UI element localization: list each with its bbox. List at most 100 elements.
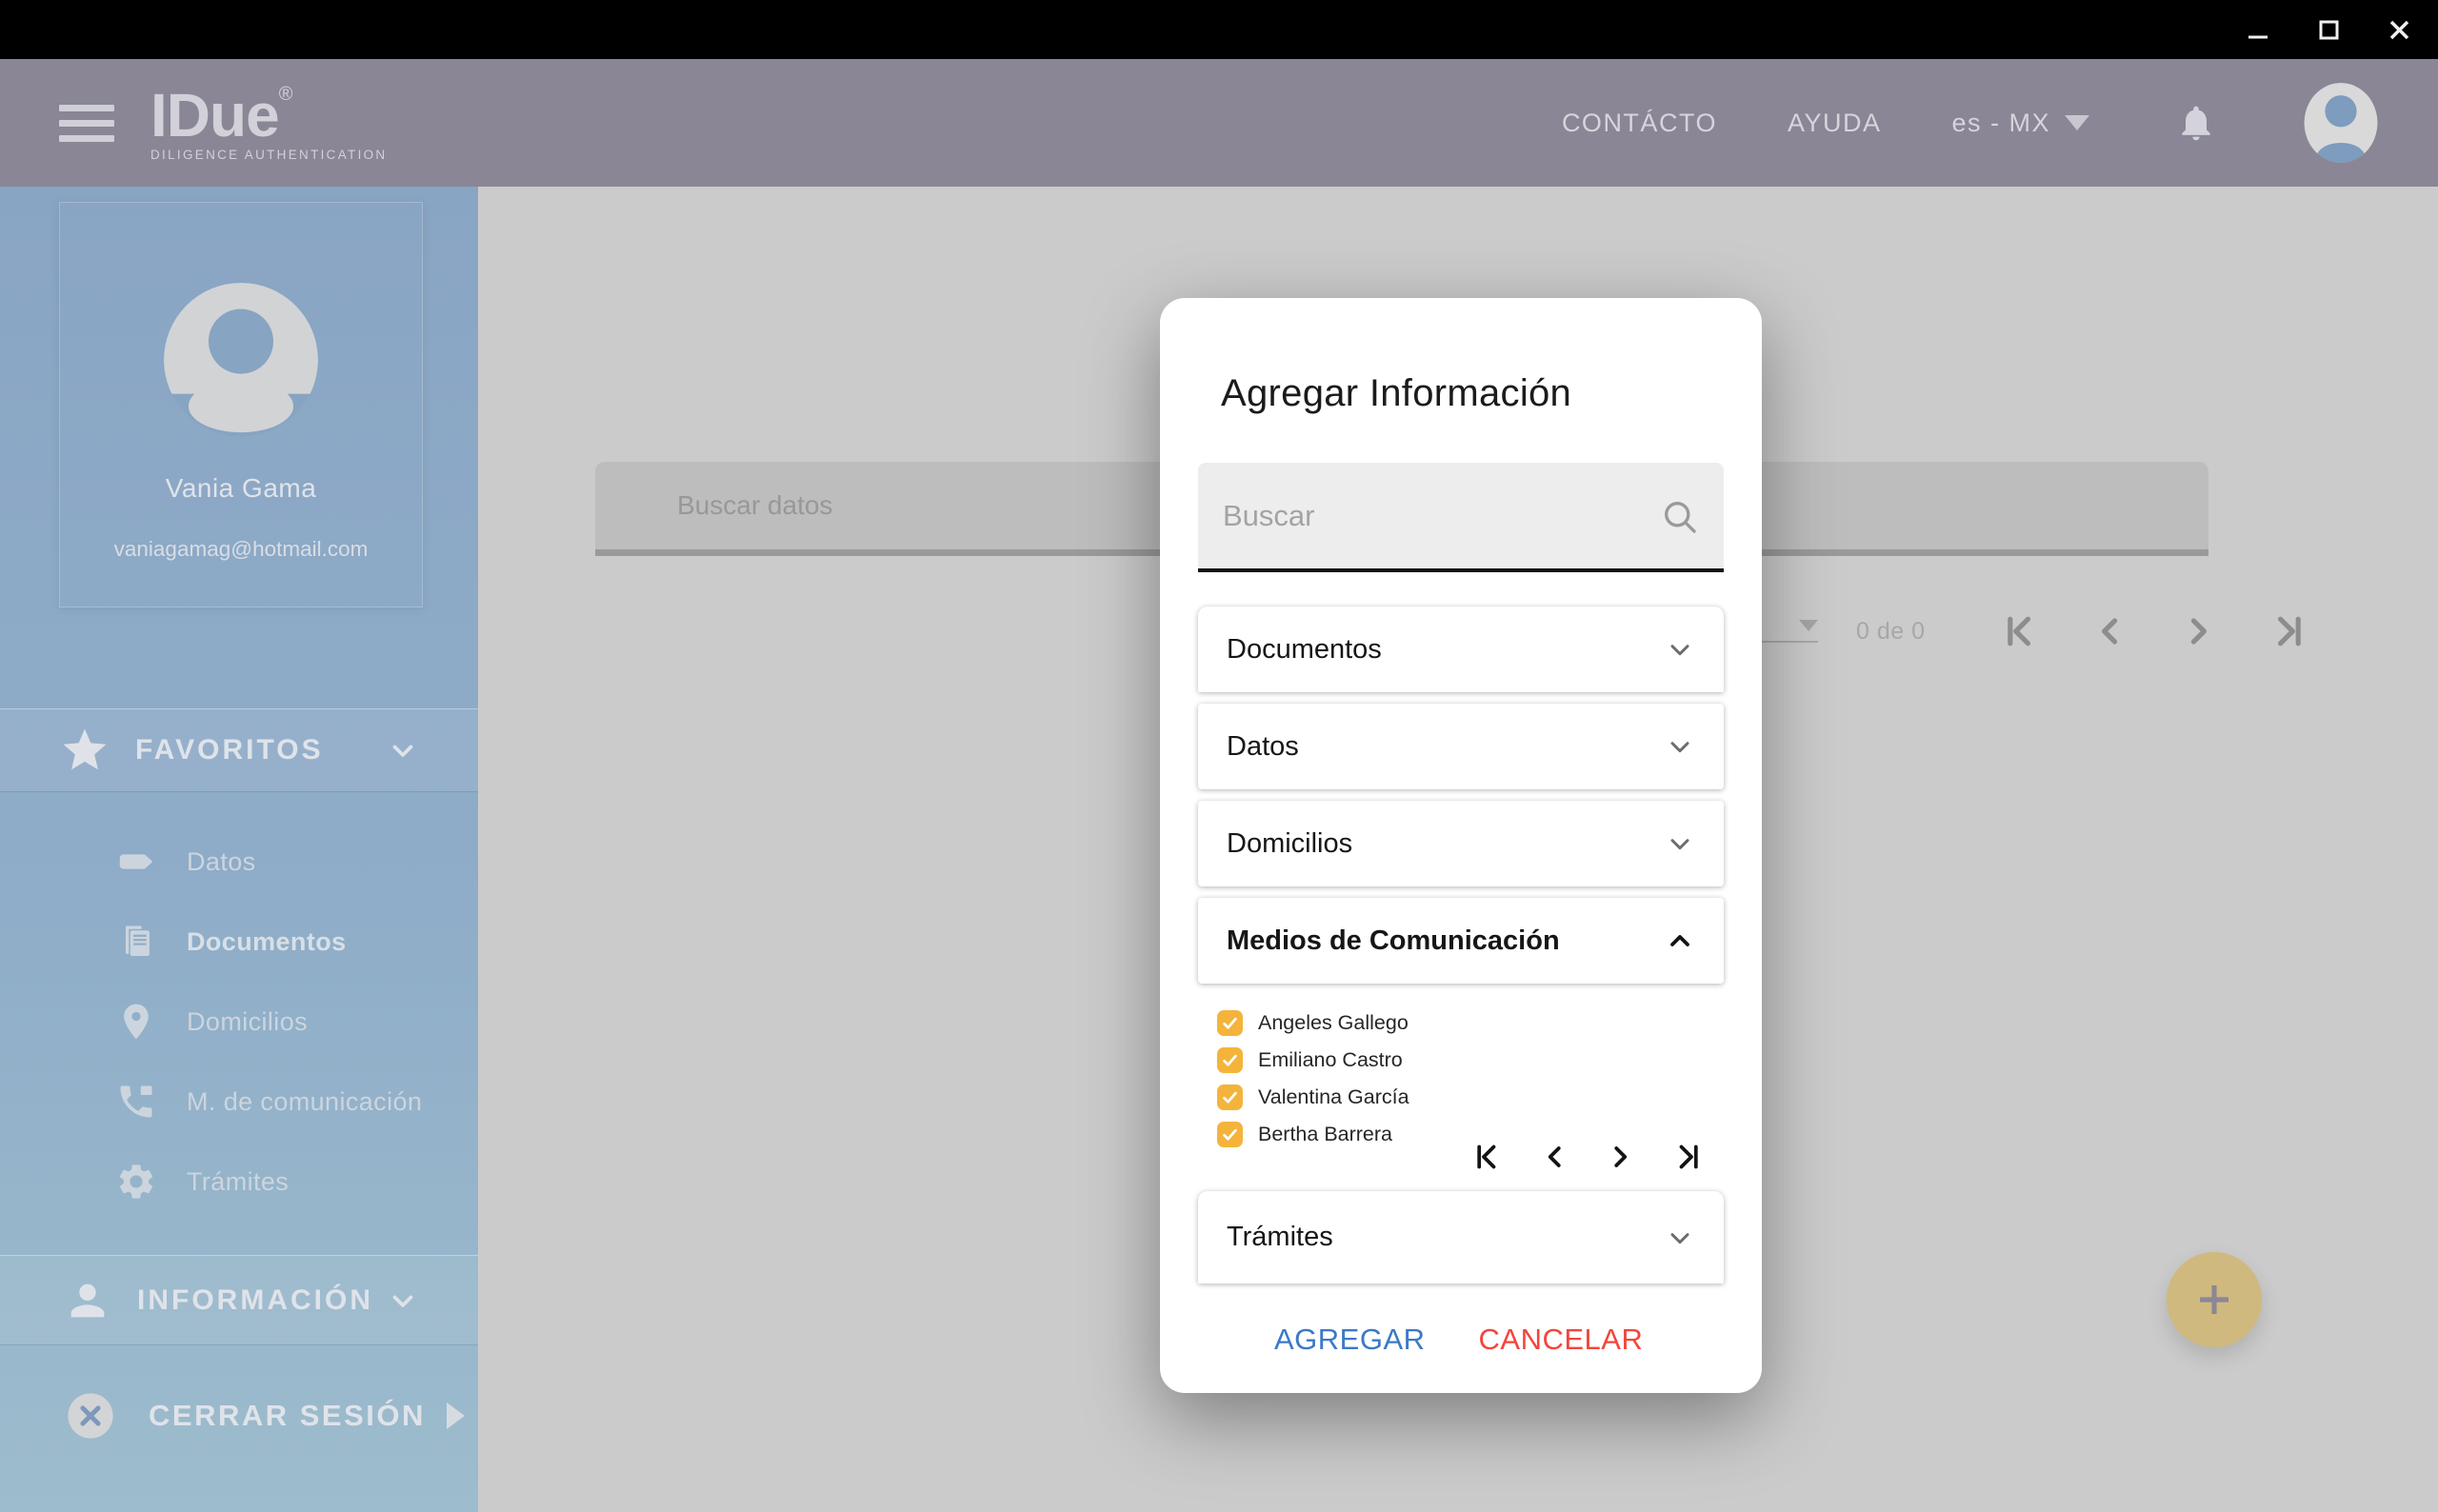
documents-icon — [112, 921, 160, 963]
accordion-medios-comunicacion[interactable]: Medios de Comunicación — [1198, 898, 1724, 984]
accordion-label: Medios de Comunicación — [1227, 925, 1560, 956]
dialog-search-field — [1198, 463, 1724, 572]
logo-subtitle: DILIGENCE AUTHENTICATION — [150, 147, 388, 162]
avatar-icon — [2304, 83, 2378, 163]
nav-contacto[interactable]: CONTÁCTO — [1562, 109, 1717, 138]
chevron-down-icon — [1670, 742, 1689, 753]
checkbox-checked-icon[interactable] — [1217, 1084, 1243, 1110]
accordion-label: Trámites — [1227, 1222, 1333, 1252]
language-selector[interactable]: es - MX — [1951, 109, 2089, 138]
checkbox-row[interactable]: Emiliano Castro — [1217, 1042, 1409, 1079]
section-informacion[interactable]: INFORMACIÓN — [0, 1255, 478, 1345]
checkbox-row[interactable]: Bertha Barrera — [1217, 1116, 1409, 1153]
cancelar-button[interactable]: CANCELAR — [1479, 1323, 1644, 1357]
first-page-button[interactable] — [1472, 1140, 1507, 1174]
notifications-button[interactable] — [2175, 102, 2217, 144]
checkbox-row[interactable]: Angeles Gallego — [1217, 1005, 1409, 1042]
pagination-controls — [2002, 610, 2307, 652]
checkbox-checked-icon[interactable] — [1217, 1122, 1243, 1147]
profile-name: Vania Gama — [165, 473, 317, 503]
chevron-up-icon — [1670, 935, 1689, 946]
sidebar-item-datos[interactable]: Datos — [0, 822, 478, 902]
checkbox-label: Angeles Gallego — [1258, 1011, 1409, 1034]
checkbox-checked-icon[interactable] — [1217, 1047, 1243, 1073]
user-avatar-button[interactable] — [2301, 83, 2381, 163]
sidebar-item-tramites[interactable]: Trámites — [0, 1142, 478, 1222]
maximize-icon — [2319, 20, 2339, 40]
tag-icon — [112, 840, 160, 884]
gear-icon — [112, 1161, 160, 1203]
plus-icon — [2200, 1285, 2228, 1314]
agregar-button[interactable]: AGREGAR — [1274, 1323, 1426, 1357]
minimize-button[interactable] — [2244, 15, 2272, 44]
star-icon — [63, 728, 107, 770]
next-page-button[interactable] — [1603, 1140, 1637, 1174]
sidebar-item-label: Datos — [187, 846, 256, 876]
person-icon — [70, 1283, 105, 1317]
profile-avatar-icon — [164, 283, 318, 437]
checkbox-row[interactable]: Valentina García — [1217, 1079, 1409, 1116]
location-pin-icon — [112, 1001, 160, 1043]
header-nav: CONTÁCTO AYUDA es - MX — [1562, 83, 2438, 163]
accordion-label: Domicilios — [1227, 827, 1353, 859]
sidebar-item-documentos[interactable]: Documentos — [0, 902, 478, 982]
phone-icon — [112, 1081, 160, 1123]
sidebar-item-comunicacion[interactable]: M. de comunicación — [0, 1062, 478, 1142]
dialog-actions: AGREGAR CANCELAR — [1274, 1323, 1643, 1357]
registered-mark: ® — [278, 83, 293, 105]
minimize-icon — [2248, 35, 2268, 39]
logout-button[interactable]: CERRAR SESIÓN — [0, 1378, 478, 1454]
prev-page-button[interactable] — [2089, 610, 2131, 652]
menu-button[interactable] — [59, 104, 114, 142]
app-header: IDue® DILIGENCE AUTHENTICATION CONTÁCTO … — [0, 59, 2438, 187]
checkbox-label: Bertha Barrera — [1258, 1123, 1393, 1145]
accordion-label: Datos — [1227, 730, 1299, 762]
first-page-button[interactable] — [2002, 610, 2044, 652]
chevron-down-icon — [1670, 1232, 1689, 1243]
maximize-button[interactable] — [2314, 15, 2343, 44]
chevron-down-icon — [1670, 839, 1689, 850]
profile-email: vaniagamag@hotmail.com — [113, 537, 369, 561]
bell-icon — [2182, 106, 2210, 141]
profile-card: Vania Gama vaniagamag@hotmail.com — [59, 202, 423, 607]
chevron-down-icon — [392, 1295, 413, 1307]
pagination-range: 0 de 0 — [1856, 617, 1926, 645]
informacion-label: INFORMACIÓN — [137, 1283, 373, 1316]
accordion-datos[interactable]: Datos — [1198, 704, 1724, 789]
close-button[interactable] — [2385, 15, 2413, 44]
accordion-documentos[interactable]: Documentos — [1198, 607, 1724, 692]
add-button[interactable] — [2167, 1252, 2262, 1347]
pagination-bar: 0 de 0 — [1749, 607, 2307, 656]
dialog-search-input[interactable] — [1198, 463, 1724, 568]
caret-down-icon — [2065, 115, 2089, 130]
accordion-label: Documentos — [1227, 633, 1382, 665]
checkbox-label: Valentina García — [1258, 1085, 1409, 1108]
logout-label: CERRAR SESIÓN — [149, 1399, 426, 1432]
accordion-list: Documentos Datos Domicilios Medios de Co… — [1198, 607, 1724, 995]
logo-text: IDue — [150, 80, 280, 149]
checkbox-checked-icon[interactable] — [1217, 1010, 1243, 1036]
last-page-button[interactable] — [1669, 1140, 1703, 1174]
sidebar-item-label: Trámites — [187, 1166, 290, 1196]
dialog-pagination — [1472, 1140, 1703, 1174]
close-icon — [2389, 20, 2409, 40]
favoritos-label: FAVORITOS — [135, 734, 324, 766]
next-page-button[interactable] — [2177, 610, 2219, 652]
search-icon — [1665, 502, 1696, 533]
favoritos-items: Datos Documentos Domicilios M. de comuni… — [0, 822, 478, 1222]
agregar-informacion-dialog: Agregar Información Documentos Datos Dom… — [1160, 298, 1762, 1393]
close-circle-icon — [65, 1390, 116, 1442]
nav-ayuda[interactable]: AYUDA — [1788, 109, 1882, 138]
sidebar-item-domicilios[interactable]: Domicilios — [0, 982, 478, 1062]
hamburger-icon — [59, 104, 114, 111]
prev-page-button[interactable] — [1538, 1140, 1572, 1174]
accordion-domicilios[interactable]: Domicilios — [1198, 801, 1724, 886]
app-logo: IDue® DILIGENCE AUTHENTICATION — [150, 85, 387, 162]
last-page-button[interactable] — [2265, 610, 2307, 652]
arrow-right-icon — [446, 1403, 465, 1429]
contact-checkbox-list: Angeles Gallego Emiliano Castro Valentin… — [1217, 1005, 1409, 1153]
chevron-down-icon — [392, 745, 413, 757]
section-favoritos[interactable]: FAVORITOS — [0, 708, 478, 792]
sidebar-item-label: Domicilios — [187, 1006, 309, 1036]
accordion-tramites[interactable]: Trámites — [1198, 1191, 1724, 1283]
